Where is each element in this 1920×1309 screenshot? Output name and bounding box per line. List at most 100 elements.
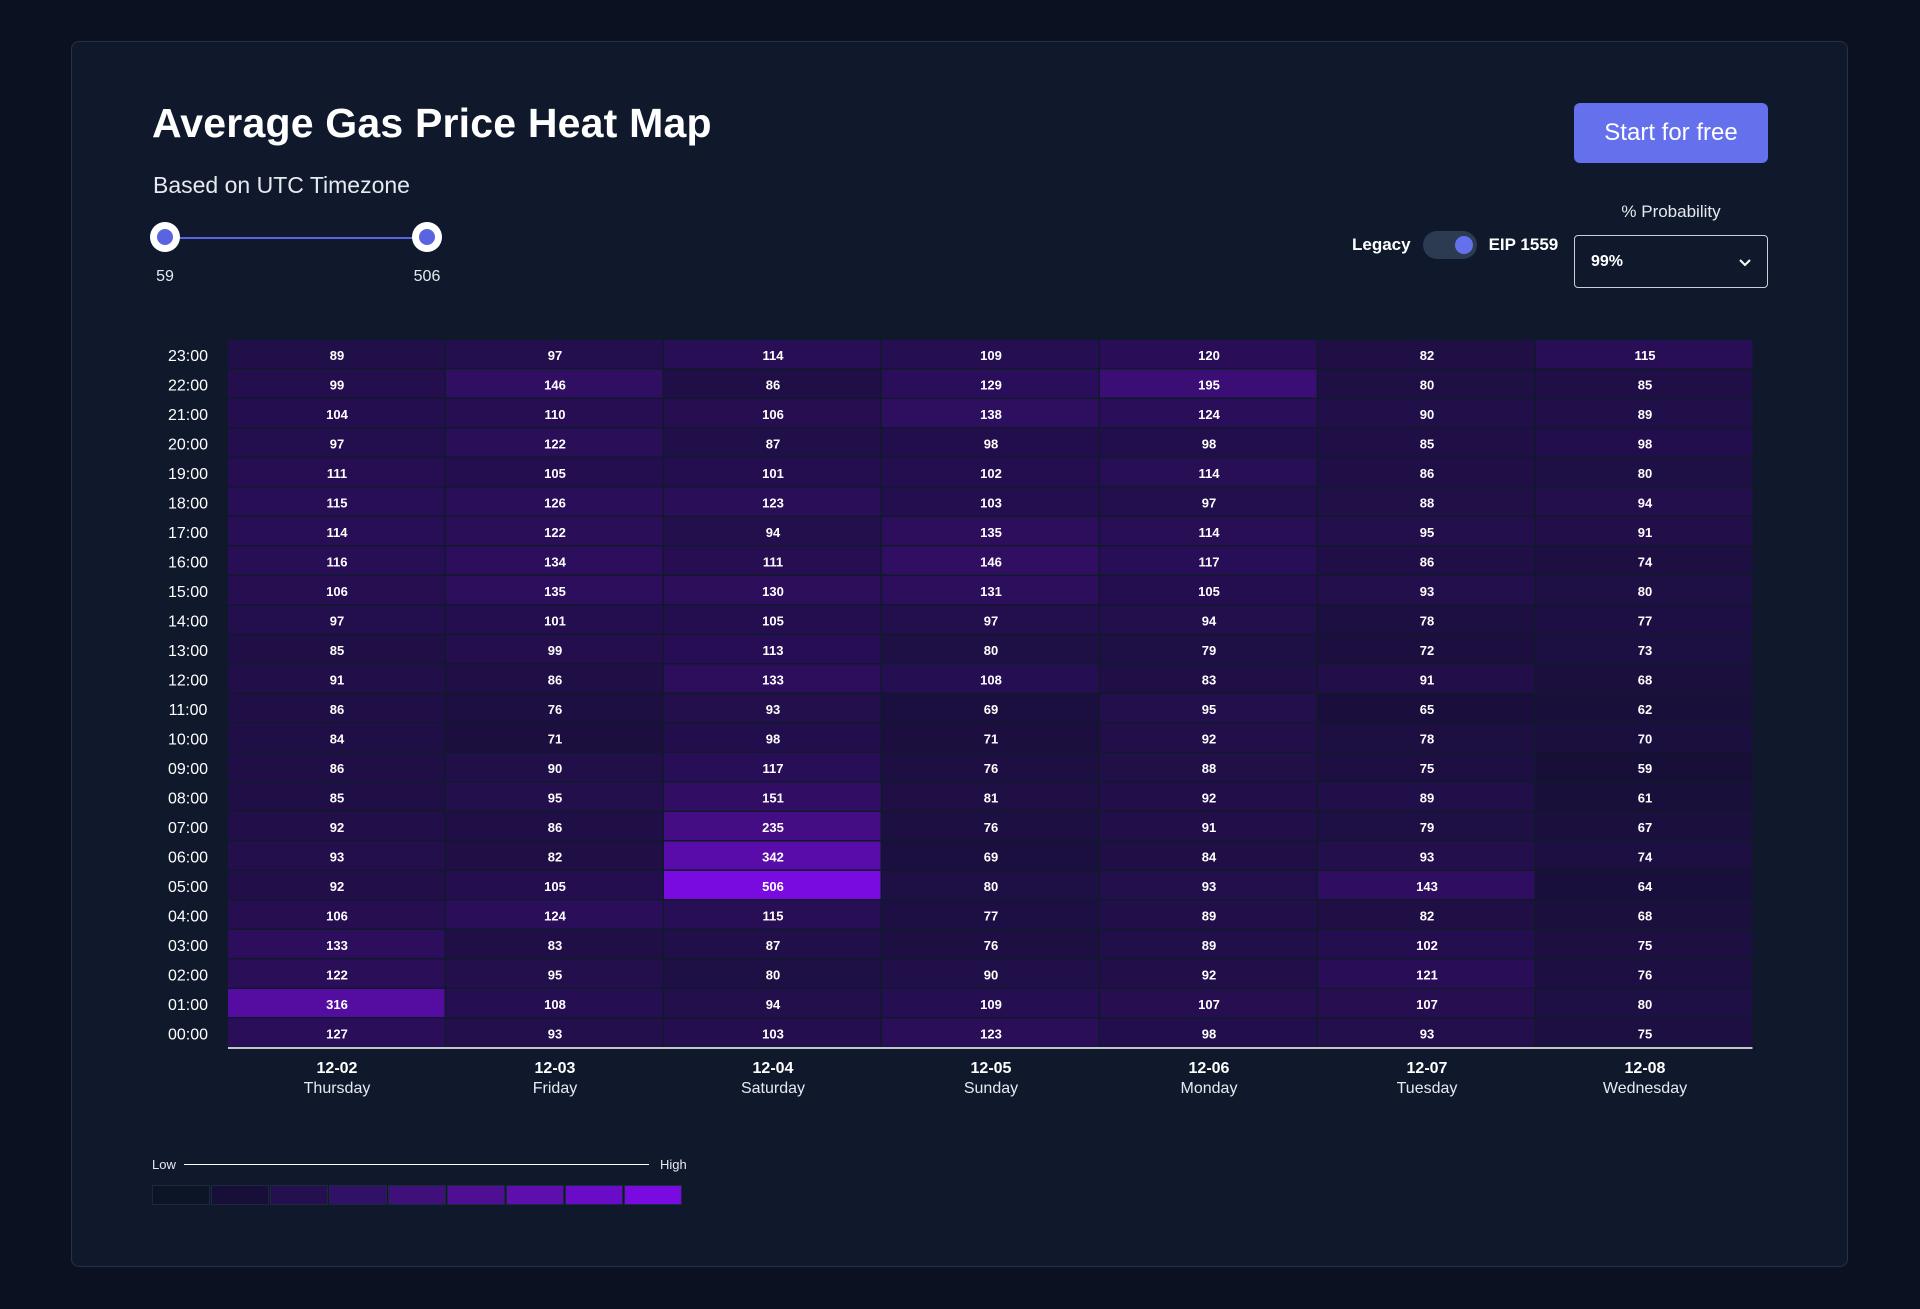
cell-value-label: 82 [1420,908,1434,923]
cell-value-label: 59 [1638,761,1652,776]
cell-value-label: 120 [1198,348,1220,363]
cell-value-label: 133 [326,938,348,953]
cell-value-label: 109 [980,348,1002,363]
cell-value-label: 86 [330,761,344,776]
cell-value-label: 114 [1199,525,1221,540]
cell-value-label: 92 [1202,967,1216,982]
cell-value-label: 127 [326,1026,348,1041]
cell-value-label: 86 [548,820,562,835]
cell-value-label: 114 [327,525,349,540]
cell-value-label: 84 [1202,849,1217,864]
cell-value-label: 90 [1420,407,1434,422]
cell-value-label: 95 [1420,525,1434,540]
cell-value-label: 80 [1638,466,1652,481]
cell-value-label: 93 [1420,849,1434,864]
cell-value-label: 84 [330,731,345,746]
y-tick-label: 21:00 [168,407,208,424]
cell-value-label: 90 [548,761,562,776]
cell-value-label: 77 [1638,613,1652,628]
x-tick-day-label: Tuesday [1397,1080,1458,1097]
cell-value-label: 123 [980,1026,1002,1041]
cell-value-label: 131 [980,584,1002,599]
cell-value-label: 105 [544,466,566,481]
cell-value-label: 83 [1202,672,1216,687]
cell-value-label: 506 [762,879,784,894]
cell-value-label: 129 [980,377,1002,392]
cell-value-label: 116 [327,554,348,569]
cell-value-label: 73 [1638,643,1652,658]
legend-low-label: Low [152,1157,176,1172]
cell-value-label: 122 [544,525,566,540]
y-tick-label: 01:00 [168,997,208,1014]
cell-value-label: 98 [984,436,998,451]
cell-value-label: 95 [1202,702,1216,717]
cell-value-label: 94 [766,525,781,540]
cell-value-label: 108 [544,997,566,1012]
cell-value-label: 111 [763,554,783,569]
y-tick-label: 09:00 [168,761,208,778]
legend-swatch [329,1185,387,1205]
cell-value-label: 86 [1420,466,1434,481]
cell-value-label: 89 [330,348,344,363]
x-tick-date-label: 12-04 [753,1060,794,1077]
cell-value-label: 104 [326,407,348,422]
legend-high-label: High [660,1157,687,1172]
x-tick-day-label: Friday [533,1080,577,1097]
y-tick-label: 00:00 [168,1026,208,1043]
cell-value-label: 92 [1202,731,1216,746]
cell-value-label: 106 [326,908,348,923]
cell-value-label: 115 [327,495,348,510]
cell-value-label: 98 [766,731,780,746]
cell-value-label: 92 [1202,790,1216,805]
x-tick-day-label: Monday [1181,1080,1238,1097]
cell-value-label: 106 [762,407,784,422]
cell-value-label: 95 [548,790,562,805]
cell-value-label: 342 [762,849,784,864]
y-tick-label: 17:00 [168,525,208,542]
cell-value-label: 105 [1198,584,1220,599]
cell-value-label: 235 [762,820,784,835]
cell-value-label: 90 [984,967,998,982]
cell-value-label: 126 [544,495,566,510]
cell-value-label: 195 [1198,377,1220,392]
cell-value-label: 89 [1202,908,1216,923]
cell-value-label: 97 [548,348,562,363]
cell-value-label: 70 [1638,731,1652,746]
legend-line [184,1164,649,1165]
cell-value-label: 95 [548,967,562,982]
cell-value-label: 82 [548,849,562,864]
cell-value-label: 138 [980,407,1002,422]
y-tick-label: 18:00 [168,495,208,512]
legend-swatch [152,1185,210,1205]
cell-value-label: 92 [330,879,344,894]
cell-value-label: 88 [1202,761,1216,776]
cell-value-label: 67 [1638,820,1652,835]
cell-value-label: 130 [762,584,784,599]
cell-value-label: 91 [1202,820,1216,835]
cell-value-label: 103 [980,495,1002,510]
x-tick-day-label: Sunday [964,1080,1018,1097]
cell-value-label: 105 [762,613,784,628]
cell-value-label: 76 [984,820,998,835]
cell-value-label: 93 [1202,879,1216,894]
cell-value-label: 105 [544,879,566,894]
cell-value-label: 75 [1420,761,1434,776]
cell-value-label: 88 [1420,495,1434,510]
cell-value-label: 91 [1638,525,1652,540]
cell-value-label: 76 [548,702,562,717]
cell-value-label: 68 [1638,908,1652,923]
cell-value-label: 94 [766,997,781,1012]
cell-value-label: 103 [762,1026,784,1041]
legend-swatch [211,1185,269,1205]
cell-value-label: 75 [1638,1026,1652,1041]
cell-value-label: 111 [327,466,347,481]
cell-value-label: 146 [980,554,1002,569]
cell-value-label: 114 [763,348,785,363]
cell-value-label: 92 [330,820,344,835]
y-tick-label: 16:00 [168,554,208,571]
cell-value-label: 86 [330,702,344,717]
cell-value-label: 94 [1202,613,1217,628]
cell-value-label: 98 [1202,1026,1216,1041]
cell-value-label: 76 [984,761,998,776]
legend-swatch [506,1185,564,1205]
